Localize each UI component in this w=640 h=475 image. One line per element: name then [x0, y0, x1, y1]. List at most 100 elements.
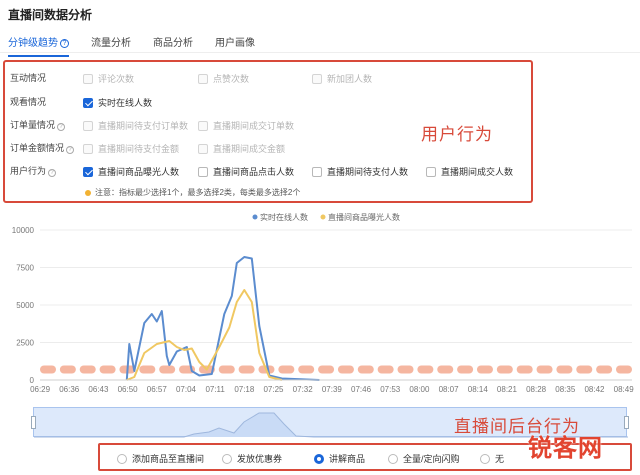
- x-tick-label: 06:50: [118, 385, 139, 394]
- radio-label: 发放优惠券: [237, 454, 283, 464]
- option-pending-amount[interactable]: 直播期间待支付金额: [83, 142, 179, 155]
- navigator-left-handle[interactable]: [31, 416, 36, 429]
- event-bubble: [139, 365, 156, 374]
- x-tick-label: 06:36: [59, 385, 80, 394]
- option-online-viewers[interactable]: 实时在线人数: [83, 96, 152, 109]
- radio-icon: [222, 453, 232, 464]
- event-bubble: [576, 365, 593, 374]
- filter-row-label: 观看情况: [10, 96, 47, 107]
- event-bubble: [357, 365, 374, 374]
- legend-marker: [252, 214, 258, 220]
- event-bubble: [457, 365, 474, 374]
- option-label: 直播间商品曝光人数: [98, 167, 180, 177]
- radio-add-product[interactable]: 添加商品至直播间: [117, 452, 204, 465]
- filter-row-user-behavior: 用户行为?: [10, 163, 80, 177]
- event-bubble: [337, 365, 354, 374]
- option-buyers[interactable]: 直播期间成交人数: [426, 165, 513, 178]
- checkbox-checked-icon: [83, 166, 93, 177]
- checkbox-icon: [312, 166, 322, 177]
- x-tick-label: 08:07: [439, 385, 460, 394]
- checkbox-checked-icon: [83, 97, 93, 108]
- checkbox-icon: [198, 73, 208, 84]
- event-bubble: [437, 365, 454, 374]
- y-tick-label: 2500: [16, 339, 34, 348]
- warning-dot-icon: [85, 189, 91, 196]
- x-tick-label: 06:29: [30, 385, 51, 394]
- event-bubble: [516, 365, 533, 374]
- tab-divider: [0, 52, 640, 53]
- checkbox-icon: [83, 120, 93, 131]
- y-tick-label: 10000: [12, 226, 35, 235]
- option-label: 实时在线人数: [98, 98, 153, 108]
- help-icon[interactable]: ?: [60, 39, 69, 48]
- x-tick-label: 07:39: [322, 385, 343, 394]
- legend-label: 直播间商品曝光人数: [328, 212, 400, 222]
- y-tick-label: 0: [30, 376, 35, 385]
- checkbox-icon: [426, 166, 436, 177]
- y-tick-label: 5000: [16, 301, 34, 310]
- event-bubble: [496, 365, 513, 374]
- filter-row-label: 用户行为?: [10, 164, 80, 177]
- radio-none[interactable]: 无: [480, 452, 504, 465]
- radio-icon: [480, 453, 490, 464]
- page-title: 直播间数据分析: [8, 8, 93, 22]
- event-bubble: [99, 365, 116, 374]
- x-tick-label: 08:49: [614, 385, 635, 394]
- option-pending-payers[interactable]: 直播期间待支付人数: [312, 165, 408, 178]
- x-tick-label: 06:57: [147, 385, 168, 394]
- option-like-count[interactable]: 点赞次数: [198, 72, 249, 85]
- checkbox-icon: [83, 73, 93, 84]
- option-pending-orders[interactable]: 直播期间待支付订单数: [83, 119, 188, 132]
- legend-marker: [320, 214, 326, 220]
- navigator-right-handle[interactable]: [624, 416, 629, 429]
- x-tick-label: 07:46: [351, 385, 372, 394]
- option-label: 直播期间待支付人数: [327, 167, 409, 177]
- event-bubble: [238, 365, 255, 374]
- checkbox-icon: [83, 143, 93, 154]
- event-bubble: [476, 365, 493, 374]
- radio-flash-sale[interactable]: 全量/定向闪购: [388, 452, 460, 465]
- filter-row-label: 互动情况: [10, 72, 47, 83]
- event-bubble: [397, 365, 414, 374]
- checkbox-icon: [312, 73, 322, 84]
- radio-explain-product[interactable]: 讲解商品: [314, 452, 365, 465]
- radio-issue-coupon[interactable]: 发放优惠券: [222, 452, 282, 465]
- y-tick-label: 7500: [16, 264, 34, 273]
- selection-note: 注意：指标最少选择1个，最多选择2类，每类最多选择2个: [85, 187, 300, 198]
- filter-row-label: 订单金额情况?: [10, 141, 80, 154]
- filter-row-label: 订单量情况?: [10, 118, 80, 131]
- x-tick-label: 08:21: [497, 385, 518, 394]
- event-bubble: [159, 365, 176, 374]
- x-tick-label: 08:28: [526, 385, 547, 394]
- event-bubble: [298, 365, 315, 374]
- event-bubble: [417, 365, 434, 374]
- option-completed-amount[interactable]: 直播期间成交金额: [198, 142, 285, 155]
- event-bubble: [556, 365, 573, 374]
- event-bubble: [218, 365, 235, 374]
- option-new-fans[interactable]: 新加团人数: [312, 72, 372, 85]
- option-product-clicks[interactable]: 直播间商品点击人数: [198, 165, 294, 178]
- x-tick-label: 08:42: [584, 385, 605, 394]
- filter-panel: 互动情况 评论次数 点赞次数 新加团人数 观看情况 实时在线人数 订单量情况? …: [3, 60, 533, 203]
- radio-label: 讲解商品: [329, 454, 366, 464]
- radio-icon: [117, 453, 127, 464]
- note-text: 注意：指标最少选择1个，最多选择2类，每类最多选择2个: [95, 188, 301, 197]
- checkbox-icon: [198, 166, 208, 177]
- x-tick-label: 07:25: [263, 385, 284, 394]
- option-label: 新加团人数: [327, 74, 373, 84]
- x-tick-label: 07:04: [176, 385, 197, 394]
- option-completed-orders[interactable]: 直播期间成交订单数: [198, 119, 294, 132]
- option-label: 直播期间待支付金额: [98, 144, 180, 154]
- event-bubble: [596, 365, 613, 374]
- x-tick-label: 07:11: [205, 385, 225, 394]
- help-icon: ?: [57, 122, 66, 131]
- x-tick-label: 08:00: [409, 385, 430, 394]
- event-bubble: [616, 365, 632, 374]
- option-product-exposure[interactable]: 直播间商品曝光人数: [83, 165, 179, 178]
- filter-row-interaction: 互动情况: [10, 70, 80, 84]
- event-bubble: [79, 365, 96, 374]
- x-tick-label: 08:14: [468, 385, 489, 394]
- help-icon: ?: [66, 145, 75, 154]
- option-comment-count[interactable]: 评论次数: [83, 72, 134, 85]
- x-tick-label: 07:18: [234, 385, 255, 394]
